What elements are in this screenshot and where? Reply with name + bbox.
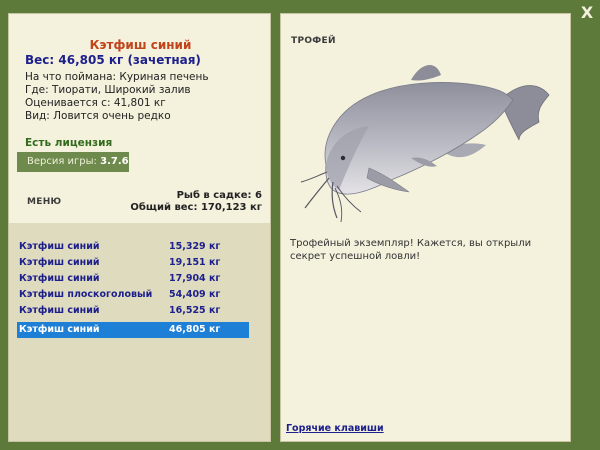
catch-weight: 46,805 кг: [169, 324, 221, 335]
cage-count: Рыб в садке: 6: [176, 190, 262, 201]
catch-row[interactable]: Кэтфиш синий 16,525 кг: [17, 303, 249, 319]
catch-name: Кэтфиш синий: [19, 257, 100, 268]
close-button[interactable]: X: [578, 4, 596, 22]
catch-name: Кэтфиш синий: [19, 273, 100, 284]
catch-name: Кэтфиш синий: [19, 324, 100, 335]
catch-weight: 19,151 кг: [169, 257, 221, 268]
catch-row-selected[interactable]: Кэтфиш синий 46,805 кг: [17, 322, 249, 338]
catch-weight: 17,904 кг: [169, 273, 221, 284]
catch-weight: 15,329 кг: [169, 241, 221, 252]
trophy-panel: ТРОФЕЙ Трофейный экземпляр! Кажется, вы …: [280, 13, 571, 442]
version-prefix: Версия игры:: [27, 156, 97, 167]
catch-row[interactable]: Кэтфиш плоскоголовый 54,409 кг: [17, 287, 249, 303]
fish-value: Оценивается с: 41,801 кг: [25, 97, 166, 109]
catch-name: Кэтфиш синий: [19, 305, 100, 316]
license-status: Есть лицензия: [25, 137, 113, 149]
catch-list: Кэтфиш синий 15,329 кг Кэтфиш синий 19,1…: [9, 223, 270, 441]
catch-weight: 16,525 кг: [169, 305, 221, 316]
catfish-image: [300, 64, 550, 223]
fish-location: Где: Тиорати, Широкий залив: [25, 84, 191, 96]
version-badge: Версия игры: 3.7.6: [17, 152, 129, 172]
fish-weight: Вес: 46,805 кг (зачетная): [25, 53, 201, 67]
cage-summary: Рыб в садке: 6 Общий вес: 170,123 кг: [130, 190, 262, 214]
fish-name-title: Кэтфиш синий: [89, 38, 192, 52]
catch-weight: 54,409 кг: [169, 289, 221, 300]
catch-row[interactable]: Кэтфиш синий 19,151 кг: [17, 255, 249, 271]
catch-row[interactable]: Кэтфиш синий 17,904 кг: [17, 271, 249, 287]
fish-bait: На что поймана: Куриная печень: [25, 71, 209, 83]
catch-name: Кэтфиш плоскоголовый: [19, 289, 153, 300]
hotkeys-link[interactable]: Горячие клавиши: [286, 423, 384, 434]
version-number: 3.7.6: [100, 156, 129, 167]
cage-total-weight: Общий вес: 170,123 кг: [130, 202, 262, 213]
fish-rarity: Вид: Ловится очень редко: [25, 110, 171, 122]
catch-row[interactable]: Кэтфиш синий 15,329 кг: [17, 239, 249, 255]
fish-info-panel: Кэтфиш синий Вес: 46,805 кг (зачетная) Н…: [8, 13, 271, 442]
menu-link[interactable]: меню: [27, 197, 61, 207]
catch-name: Кэтфиш синий: [19, 241, 100, 252]
trophy-description: Трофейный экземпляр! Кажется, вы открыли…: [290, 238, 532, 262]
